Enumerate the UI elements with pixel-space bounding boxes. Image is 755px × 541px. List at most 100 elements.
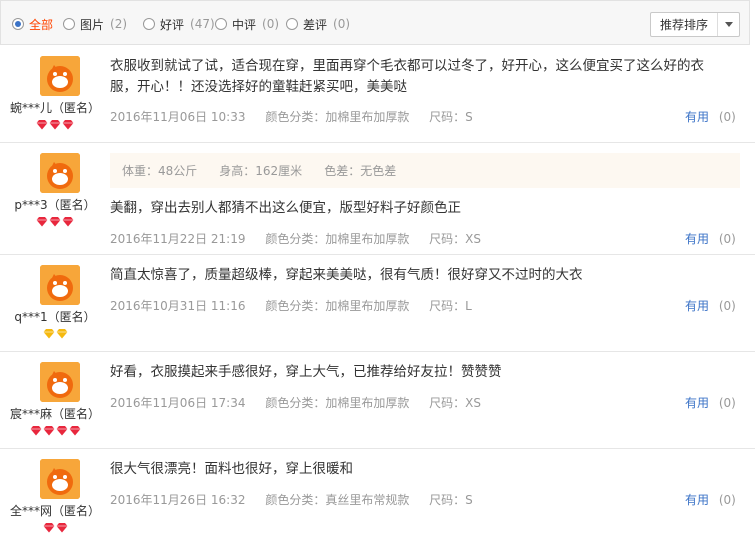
radio-icon	[286, 18, 298, 30]
body-height: 身高：162厘米	[219, 164, 303, 178]
red-diamond-icon	[69, 425, 81, 436]
avatar-mascot-icon	[40, 153, 80, 193]
avatar-mascot-icon	[40, 56, 80, 96]
useful-vote: 有用 (0)	[685, 491, 736, 508]
review-size: 尺码：XS	[429, 396, 481, 410]
useful-vote: 有用 (0)	[685, 394, 736, 411]
review-meta: 2016年11月22日 21:19 颜色分类：加棉里布加厚款 尺码：XS	[110, 230, 497, 247]
red-diamond-icon	[62, 119, 74, 130]
review-item: 蜿***儿（匿名） 衣服收到就试了试，适合现在穿，里面再穿个毛衣都可以过冬了，好…	[0, 46, 755, 143]
useful-vote: 有用 (0)	[685, 108, 736, 125]
red-diamond-icon	[43, 522, 55, 533]
filter-pictures[interactable]: 图片 (2)	[63, 16, 127, 32]
review-color: 颜色分类：加棉里布加厚款	[265, 232, 410, 246]
review-item: 宸***麻（匿名） 好看，衣服摸起来手感很好，穿上大气，已推荐给好友拉！赞赞赞 …	[0, 352, 755, 449]
useful-count: (0)	[718, 232, 736, 246]
body-weight: 体重：48公斤	[122, 164, 198, 178]
review-meta: 2016年11月26日 16:32 颜色分类：真丝里布常规款 尺码：S	[110, 491, 489, 508]
useful-count: (0)	[718, 396, 736, 410]
user-rank	[0, 119, 110, 131]
review-content: 很大气很漂亮！面料也很好，穿上很暖和	[110, 461, 353, 477]
red-diamond-icon	[49, 119, 61, 130]
filter-positive[interactable]: 好评 (47)	[143, 16, 215, 32]
avatar[interactable]	[40, 56, 80, 96]
review-date: 2016年11月06日 17:34	[110, 396, 246, 410]
review-color: 颜色分类：加棉里布加厚款	[265, 396, 410, 410]
review-color: 颜色分类：真丝里布常规款	[265, 493, 410, 507]
review-size: 尺码：S	[429, 110, 473, 124]
avatar[interactable]	[40, 362, 80, 402]
filter-neutral-label: 中评	[232, 17, 257, 32]
user-rank	[0, 328, 110, 340]
useful-vote: 有用 (0)	[685, 297, 736, 314]
filter-negative[interactable]: 差评 (0)	[286, 16, 350, 32]
useful-vote: 有用 (0)	[685, 230, 736, 247]
red-diamond-icon	[36, 216, 48, 227]
review-meta: 2016年10月31日 11:16 颜色分类：加棉里布加厚款 尺码：L	[110, 297, 488, 314]
review-date: 2016年11月26日 16:32	[110, 493, 246, 507]
review-date: 2016年11月22日 21:19	[110, 232, 246, 246]
useful-button[interactable]: 有用	[685, 232, 709, 246]
review-content: 衣服收到就试了试，适合现在穿，里面再穿个毛衣都可以过冬了，好开心，这么便宜买了这…	[110, 58, 704, 95]
review-content: 简直太惊喜了，质量超级棒，穿起来美美哒，很有气质！很好穿又不过时的大衣	[110, 267, 583, 283]
user-name: q***1（匿名）	[14, 310, 96, 324]
review-filter-bar: 全部 图片 (2) 好评 (47) 中评 (0) 差评 (0) 推荐排序	[0, 0, 750, 45]
red-diamond-icon	[62, 216, 74, 227]
useful-button[interactable]: 有用	[685, 493, 709, 507]
red-diamond-icon	[49, 216, 61, 227]
avatar-mascot-icon	[40, 459, 80, 499]
avatar-mascot-icon	[40, 362, 80, 402]
filter-neutral[interactable]: 中评 (0)	[215, 16, 279, 32]
red-diamond-icon	[43, 425, 55, 436]
gold-diamond-icon	[43, 328, 55, 339]
review-item: 全***网（匿名） 很大气很漂亮！面料也很好，穿上很暖和 2016年11月26日…	[0, 449, 755, 541]
user-name: 宸***麻（匿名）	[9, 407, 100, 421]
review-content: 美翻，穿出去别人都猜不出这么便宜，版型好料子好颜色正	[110, 200, 461, 216]
radio-icon	[143, 18, 155, 30]
user-rank	[0, 216, 110, 228]
review-meta: 2016年11月06日 10:33 颜色分类：加棉里布加厚款 尺码：S	[110, 108, 489, 125]
user-name: 蜿***儿（匿名）	[9, 101, 100, 115]
radio-icon	[12, 18, 24, 30]
avatar[interactable]	[40, 459, 80, 499]
red-diamond-icon	[36, 119, 48, 130]
review-size: 尺码：S	[429, 493, 473, 507]
sort-label: 推荐排序	[659, 18, 708, 32]
filter-negative-count: (0)	[333, 17, 351, 31]
body-info: 体重：48公斤 身高：162厘米 色差：无色差	[110, 153, 740, 188]
filter-positive-count: (47)	[190, 17, 215, 31]
review-color: 颜色分类：加棉里布加厚款	[265, 299, 410, 313]
useful-count: (0)	[718, 299, 736, 313]
review-size: 尺码：L	[429, 299, 472, 313]
review-meta: 2016年11月06日 17:34 颜色分类：加棉里布加厚款 尺码：XS	[110, 394, 497, 411]
useful-count: (0)	[718, 493, 736, 507]
radio-icon	[215, 18, 227, 30]
user-name: 全***网（匿名）	[9, 504, 100, 518]
avatar[interactable]	[40, 153, 80, 193]
chevron-down-icon	[725, 22, 733, 27]
filter-pictures-label: 图片	[80, 17, 105, 32]
body-color-diff: 色差：无色差	[324, 164, 397, 178]
user-name: p***3（匿名）	[14, 198, 96, 212]
filter-neutral-count: (0)	[262, 17, 280, 31]
filter-pictures-count: (2)	[110, 17, 128, 31]
useful-button[interactable]: 有用	[685, 396, 709, 410]
useful-button[interactable]: 有用	[685, 299, 709, 313]
sort-divider	[717, 13, 718, 36]
filter-positive-label: 好评	[160, 17, 185, 32]
review-item: p***3（匿名） 体重：48公斤 身高：162厘米 色差：无色差 美翻，穿出去…	[0, 143, 755, 255]
useful-button[interactable]: 有用	[685, 110, 709, 124]
review-date: 2016年11月06日 10:33	[110, 110, 246, 124]
sort-dropdown[interactable]: 推荐排序	[650, 12, 740, 37]
review-content: 好看，衣服摸起来手感很好，穿上大气，已推荐给好友拉！赞赞赞	[110, 364, 502, 380]
filter-all-label: 全部	[29, 17, 54, 32]
review-color: 颜色分类：加棉里布加厚款	[265, 110, 410, 124]
red-diamond-icon	[56, 522, 68, 533]
radio-icon	[63, 18, 75, 30]
red-diamond-icon	[30, 425, 42, 436]
review-item: q***1（匿名） 简直太惊喜了，质量超级棒，穿起来美美哒，很有气质！很好穿又不…	[0, 255, 755, 352]
avatar[interactable]	[40, 265, 80, 305]
filter-all[interactable]: 全部	[12, 16, 53, 32]
useful-count: (0)	[718, 110, 736, 124]
user-rank	[0, 522, 110, 534]
